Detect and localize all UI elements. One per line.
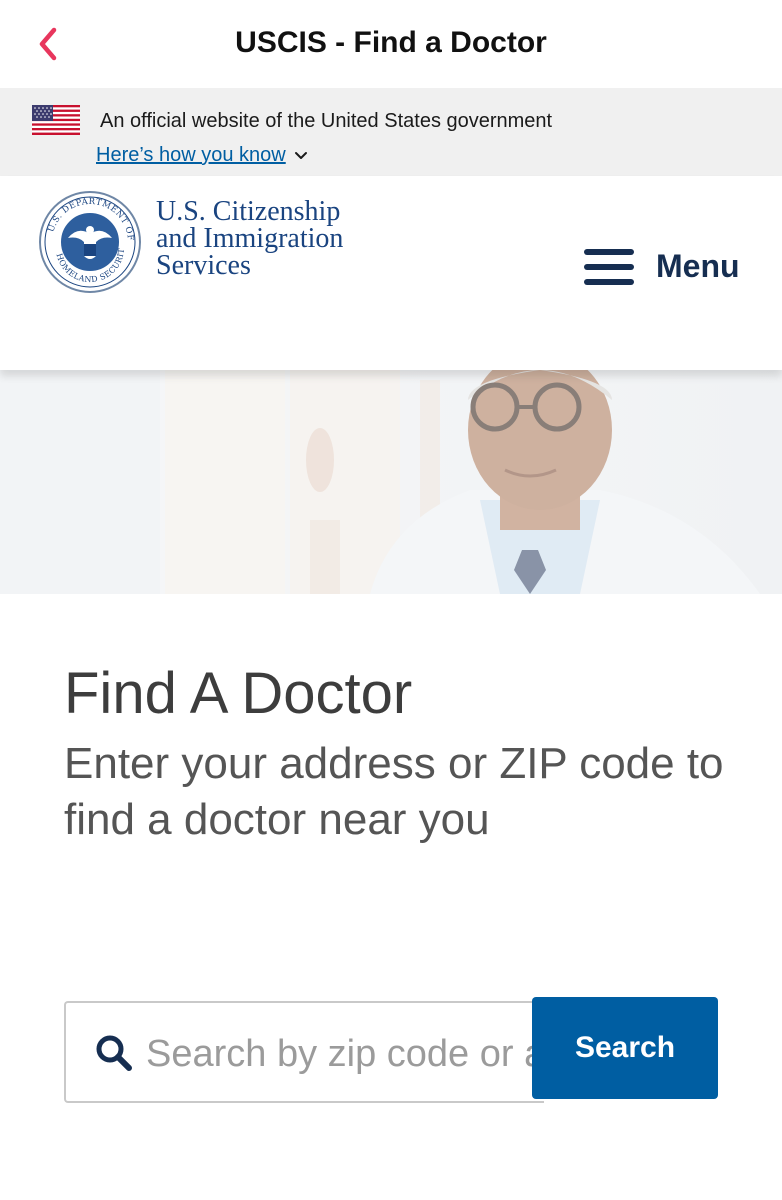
doctor-photo — [0, 370, 782, 594]
us-flag-icon — [32, 105, 80, 135]
hamburger-icon — [584, 248, 634, 285]
navbar-title: USCIS - Find a Doctor — [235, 26, 547, 59]
site-header: U.S. DEPARTMENT OF HOMELAND SECURITY U.S… — [0, 176, 782, 370]
menu-label: Menu — [656, 248, 740, 284]
hero-image — [0, 370, 782, 594]
dhs-seal-logo[interactable]: U.S. DEPARTMENT OF HOMELAND SECURITY — [38, 190, 142, 294]
agency-name[interactable]: U.S. Citizenship and Immigration Service… — [156, 196, 344, 281]
chevron-down-icon — [294, 151, 307, 159]
gov-banner: An official website of the United States… — [0, 88, 782, 176]
agency-name-line2: and Immigration — [156, 223, 344, 254]
page-subtitle: Enter your address or ZIP code to find a… — [64, 739, 724, 844]
search-input[interactable] — [146, 1027, 544, 1081]
page-title: Find A Doctor — [64, 661, 413, 726]
search-icon — [96, 1035, 132, 1071]
official-website-text: An official website of the United States… — [100, 110, 553, 132]
agency-name-line1: U.S. Citizenship — [156, 196, 341, 227]
agency-name-line3: Services — [156, 250, 251, 281]
search-field[interactable] — [64, 1001, 544, 1103]
how-you-know-label: Here’s how you know — [96, 144, 286, 166]
menu-button[interactable]: Menu — [584, 248, 740, 285]
app-navbar: USCIS - Find a Doctor — [0, 0, 782, 88]
how-you-know-link[interactable]: Here’s how you know — [96, 144, 308, 167]
search-form: Search — [64, 997, 718, 1103]
search-button[interactable]: Search — [532, 997, 718, 1099]
